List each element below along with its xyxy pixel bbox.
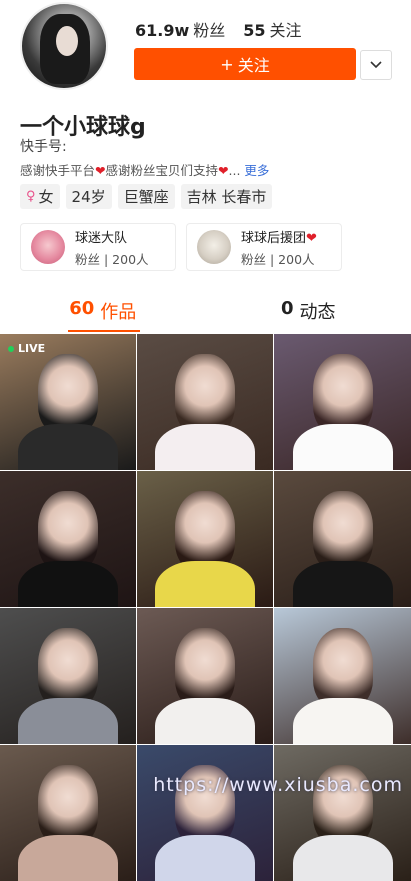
fan-group-card[interactable]: 球迷大队 粉丝 | 200人 xyxy=(20,223,176,271)
chevron-down-icon xyxy=(370,61,382,69)
thumbnail-clothing xyxy=(293,835,393,881)
fan-group-name-text: 球迷大队 xyxy=(75,231,127,246)
thumbnail-clothing xyxy=(155,424,255,470)
thumbnail-clothing xyxy=(18,424,118,470)
work-thumbnail[interactable]: LIVE xyxy=(0,334,136,470)
thumbnail-subject xyxy=(38,628,98,708)
tab-works[interactable]: 60 作品 xyxy=(0,290,206,334)
bio-more-link[interactable]: 更多 xyxy=(244,163,269,178)
thumbnail-subject xyxy=(313,628,373,708)
avatar-face xyxy=(56,26,78,56)
tag-age: 24岁 xyxy=(66,184,112,209)
bio-text-2: 感谢粉丝宝贝们支持 xyxy=(106,163,219,178)
thumbnail-clothing xyxy=(18,561,118,607)
following-label: 关注 xyxy=(270,21,302,40)
fan-group-avatar xyxy=(197,230,231,264)
thumbnail-subject xyxy=(313,491,373,571)
thumbnail-subject xyxy=(38,354,98,434)
thumbnail-subject xyxy=(175,354,235,434)
work-thumbnail[interactable] xyxy=(137,608,273,744)
follow-button-label: 关注 xyxy=(238,52,270,76)
thumbnail-subject xyxy=(38,491,98,571)
work-thumbnail[interactable] xyxy=(137,471,273,607)
following-count: 55 xyxy=(243,21,265,40)
tab-label: 动态 xyxy=(300,298,336,324)
fans-label: 粉丝 xyxy=(193,21,225,40)
work-thumbnail[interactable] xyxy=(0,745,136,881)
more-options-button[interactable] xyxy=(360,50,392,80)
fan-group-card[interactable]: 球球后援团❤ 粉丝 | 200人 xyxy=(186,223,342,271)
works-grid: LIVE xyxy=(0,334,411,881)
thumbnail-subject xyxy=(175,491,235,571)
heart-icon: ❤ xyxy=(95,163,105,178)
fan-group-sub: 粉丝 | 200人 xyxy=(75,249,149,268)
fan-group-avatar xyxy=(31,230,65,264)
live-badge: LIVE xyxy=(8,342,45,355)
thumbnail-clothing xyxy=(293,561,393,607)
work-thumbnail[interactable] xyxy=(274,471,411,607)
thumbnail-clothing xyxy=(293,698,393,744)
plus-icon: + xyxy=(220,55,233,74)
work-thumbnail[interactable] xyxy=(137,745,273,881)
fan-group-name: 球球后援团❤ xyxy=(241,227,317,246)
live-dot-icon xyxy=(8,346,14,352)
watermark: https://www.xiusba.com xyxy=(153,774,403,796)
profile-header: 61.9w粉丝 55关注 +关注 一个小球球g 快手号: 感谢快手平台❤感谢粉丝… xyxy=(0,0,411,335)
thumbnail-clothing xyxy=(155,835,255,881)
work-thumbnail[interactable] xyxy=(0,608,136,744)
avatar[interactable] xyxy=(20,2,108,90)
fans-stat[interactable]: 61.9w粉丝 xyxy=(135,17,225,41)
bio: 感谢快手平台❤感谢粉丝宝贝们支持❤... 更多 xyxy=(20,160,269,179)
tag-label: 巨蟹座 xyxy=(124,186,169,207)
tag-location: 吉林 长春市 xyxy=(181,184,273,209)
tab-moments[interactable]: 0 动态 xyxy=(206,290,411,334)
work-thumbnail[interactable] xyxy=(0,471,136,607)
ks-id[interactable]: 快手号: xyxy=(20,136,67,156)
tag-constellation: 巨蟹座 xyxy=(118,184,175,209)
heart-icon: ❤ xyxy=(306,231,317,246)
tab-count: 0 xyxy=(281,298,294,319)
heart-icon: ❤ xyxy=(218,163,228,178)
tag-label: 24岁 xyxy=(72,186,106,207)
thumbnail-subject xyxy=(38,765,98,845)
fan-group-name: 球迷大队 xyxy=(75,227,149,246)
thumbnail-clothing xyxy=(18,835,118,881)
profile-stats: 61.9w粉丝 55 关注 xyxy=(135,17,302,41)
thumbnail-subject xyxy=(313,354,373,434)
work-thumbnail[interactable] xyxy=(274,608,411,744)
profile-tags: ♀女 24岁 巨蟹座 吉林 长春市 xyxy=(20,184,272,209)
bio-text-1: 感谢快手平台 xyxy=(20,163,95,178)
follow-button[interactable]: + 关注 xyxy=(134,48,356,80)
fan-group-name-text: 球球后援团 xyxy=(241,231,306,246)
bio-ellipsis: ... xyxy=(229,163,241,178)
fans-count: 61.9w xyxy=(135,21,189,40)
active-tab-indicator xyxy=(68,330,140,332)
thumbnail-clothing xyxy=(155,698,255,744)
live-label: LIVE xyxy=(18,342,45,355)
tab-count: 60 xyxy=(69,298,94,319)
fan-groups: 球迷大队 粉丝 | 200人 球球后援团❤ 粉丝 | 200人 xyxy=(20,223,342,271)
thumbnail-clothing xyxy=(293,424,393,470)
thumbnail-clothing xyxy=(18,698,118,744)
female-icon: ♀ xyxy=(26,189,36,204)
fan-group-sub: 粉丝 | 200人 xyxy=(241,249,317,268)
work-thumbnail[interactable] xyxy=(274,334,411,470)
tag-gender: ♀女 xyxy=(20,184,60,209)
thumbnail-clothing xyxy=(155,561,255,607)
tab-label: 作品 xyxy=(100,298,136,324)
work-thumbnail[interactable] xyxy=(137,334,273,470)
following-stat[interactable]: 55 关注 xyxy=(243,17,301,41)
tag-label: 吉林 长春市 xyxy=(187,186,267,207)
tag-label: 女 xyxy=(39,186,54,207)
work-thumbnail[interactable] xyxy=(274,745,411,881)
content-tabs: 60 作品 0 动态 xyxy=(0,290,411,334)
thumbnail-subject xyxy=(175,628,235,708)
